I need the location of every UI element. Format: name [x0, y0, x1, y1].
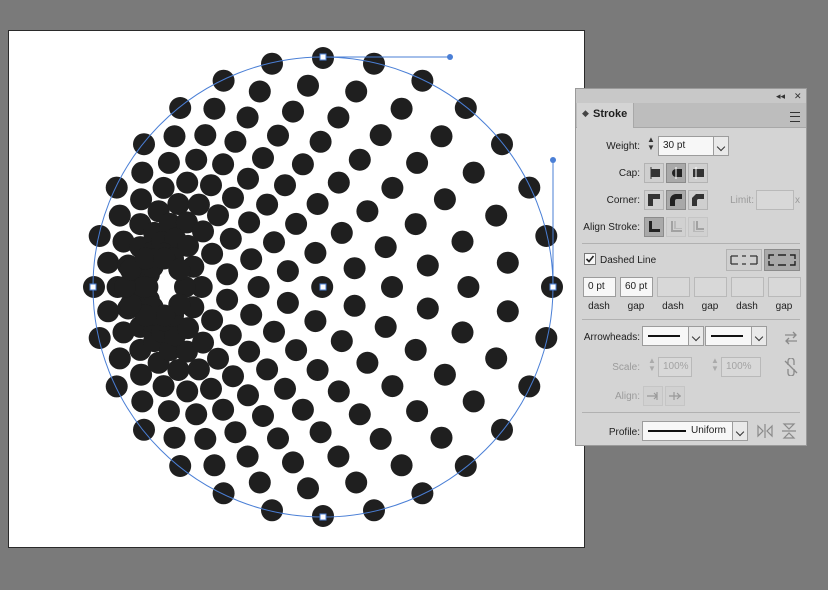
- arrowhead-end-select[interactable]: [705, 326, 753, 346]
- limit-field[interactable]: [756, 190, 794, 210]
- flip-across-icon[interactable]: [780, 422, 798, 440]
- panel-titlebar[interactable]: ◂◂ ✕: [576, 89, 806, 103]
- separator: [582, 319, 800, 320]
- profile-select[interactable]: Uniform: [642, 421, 734, 441]
- cap-projecting-icon[interactable]: [688, 163, 708, 183]
- panel-tab-row: ◆ Stroke: [576, 103, 806, 128]
- checkbox-checked-icon[interactable]: [584, 253, 596, 265]
- dash-label-2: dash: [662, 301, 684, 312]
- scale-start-field[interactable]: 100%: [658, 357, 692, 377]
- profile-label: Profile:: [608, 427, 640, 438]
- dash-label-3: dash: [736, 301, 758, 312]
- align-inside-icon[interactable]: [666, 217, 686, 237]
- dash-field-2[interactable]: [657, 277, 690, 297]
- cap-butt-icon[interactable]: [644, 163, 664, 183]
- corner-label: Corner:: [606, 195, 640, 206]
- dash-field-1[interactable]: 0 pt: [583, 277, 616, 297]
- dash-field-3[interactable]: [731, 277, 764, 297]
- align-stroke-label: Align Stroke:: [583, 222, 640, 233]
- gap-label-1: gap: [627, 301, 645, 312]
- corner-round-icon[interactable]: [666, 190, 686, 210]
- align-arrow-place-icon[interactable]: [665, 386, 685, 406]
- collapse-icon[interactable]: ◂◂: [776, 89, 785, 103]
- tab-stroke[interactable]: ◆ Stroke: [577, 103, 634, 128]
- limit-suffix: x: [795, 195, 800, 206]
- cap-round-icon[interactable]: [666, 163, 686, 183]
- corner-miter-icon[interactable]: [644, 190, 664, 210]
- weight-spinner-icon[interactable]: ▲ ▼: [644, 136, 658, 156]
- dash-preserve-icon[interactable]: [726, 249, 762, 271]
- gap-field-1[interactable]: 60 pt: [620, 277, 653, 297]
- arrowhead-start-dropdown[interactable]: [688, 326, 704, 346]
- tab-options-icon[interactable]: ◆: [582, 108, 589, 119]
- stroke-panel: ◂◂ ✕ ◆ Stroke Weight: ▲ ▼ 30 pt Cap: Corn…: [575, 88, 807, 446]
- align-outside-icon[interactable]: [688, 217, 708, 237]
- scale-start-spinner-icon[interactable]: ▲ ▼: [645, 357, 659, 377]
- scale-label: Scale:: [612, 362, 640, 373]
- link-scale-icon[interactable]: [782, 358, 800, 376]
- gap-field-2[interactable]: [694, 277, 727, 297]
- artboard[interactable]: [8, 30, 585, 548]
- cap-label: Cap:: [618, 168, 640, 179]
- limit-label: Limit:: [730, 195, 754, 206]
- profile-value: Uniform: [691, 425, 727, 436]
- arrowhead-start-select[interactable]: [642, 326, 690, 346]
- scale-end-spinner-icon[interactable]: ▲ ▼: [708, 357, 722, 377]
- separator: [582, 412, 800, 413]
- gap-label-2: gap: [701, 301, 719, 312]
- profile-dropdown[interactable]: [732, 421, 748, 441]
- scale-end-field[interactable]: 100%: [721, 357, 761, 377]
- dashed-line-label: Dashed Line: [600, 255, 657, 266]
- profile-line: [648, 430, 686, 432]
- close-icon[interactable]: ✕: [794, 89, 802, 103]
- weight-field[interactable]: 30 pt: [658, 136, 714, 156]
- arrowhead-end-dropdown[interactable]: [751, 326, 767, 346]
- gap-field-3[interactable]: [768, 277, 801, 297]
- corner-bevel-icon[interactable]: [688, 190, 708, 210]
- arrowhead-end-line: [711, 335, 743, 337]
- dash-label-1: dash: [588, 301, 610, 312]
- tab-stroke-label: Stroke: [593, 108, 628, 120]
- gap-label-3: gap: [775, 301, 793, 312]
- weight-dropdown[interactable]: [713, 136, 729, 156]
- separator: [582, 243, 800, 244]
- swap-arrowheads-icon[interactable]: [782, 329, 800, 347]
- dash-align-corners-icon[interactable]: [764, 249, 800, 271]
- arrowheads-label: Arrowheads:: [583, 332, 640, 343]
- flip-along-icon[interactable]: [756, 422, 774, 440]
- align-center-icon[interactable]: [644, 217, 664, 237]
- weight-label: Weight:: [606, 141, 640, 152]
- panel-menu-icon[interactable]: [790, 112, 800, 122]
- align-arrow-extend-icon[interactable]: [643, 386, 663, 406]
- arrowhead-start-line: [648, 335, 680, 337]
- align-label: Align:: [614, 391, 640, 402]
